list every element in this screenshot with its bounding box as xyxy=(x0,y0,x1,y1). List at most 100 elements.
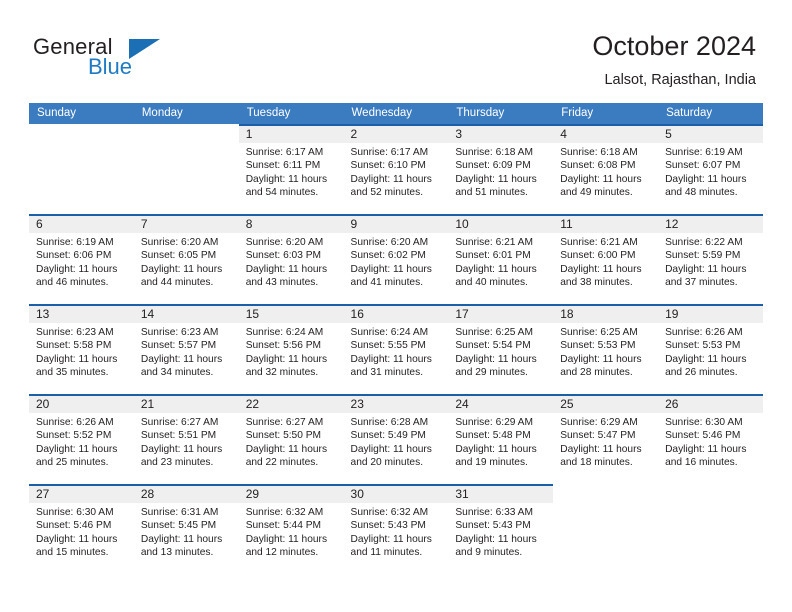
daylight-text-line1: Daylight: 11 hours xyxy=(665,173,747,185)
day-number: 2 xyxy=(343,126,449,143)
sunset-text: Sunset: 5:49 PM xyxy=(350,430,426,442)
daylight-text-line2: and 41 minutes. xyxy=(350,276,424,288)
sunrise-text: Sunrise: 6:28 AM xyxy=(350,417,429,428)
sunset-text: Sunset: 6:11 PM xyxy=(245,160,321,172)
day-details: Sunrise: 6:24 AM Sunset: 5:55 PM Dayligh… xyxy=(344,323,449,379)
day-details: Sunrise: 6:21 AM Sunset: 6:01 PM Dayligh… xyxy=(448,233,553,289)
sunrise-text: Sunrise: 6:26 AM xyxy=(36,417,114,428)
day-cell[interactable]: 12 Sunrise: 6:22 AM Sunset: 5:59 PM Dayl… xyxy=(658,214,763,304)
day-number: 8 xyxy=(238,216,344,233)
day-cell[interactable]: 7 Sunrise: 6:20 AM Sunset: 6:05 PM Dayli… xyxy=(133,214,239,304)
daylight-text-line2: and 34 minutes. xyxy=(140,366,214,378)
daylight-text-line2: and 52 minutes. xyxy=(350,186,424,198)
week-row: 6 Sunrise: 6:19 AM Sunset: 6:06 PM Dayli… xyxy=(29,214,763,304)
daylight-text-line1: Daylight: 11 hours xyxy=(665,263,747,275)
sunrise-text: Sunrise: 6:25 AM xyxy=(455,327,533,338)
day-details: Sunrise: 6:27 AM Sunset: 5:51 PM Dayligh… xyxy=(134,413,239,469)
sunrise-text: Sunrise: 6:19 AM xyxy=(36,237,114,248)
day-cell[interactable]: 23 Sunrise: 6:28 AM Sunset: 5:49 PM Dayl… xyxy=(343,394,449,484)
day-cell[interactable]: 20 Sunrise: 6:26 AM Sunset: 5:52 PM Dayl… xyxy=(29,394,134,484)
sunset-text: Sunset: 5:59 PM xyxy=(665,250,741,262)
blue-triangle-flag-icon xyxy=(129,39,160,59)
day-number xyxy=(658,486,763,503)
daylight-text-line2: and 20 minutes. xyxy=(350,456,424,468)
sunrise-text: Sunrise: 6:17 AM xyxy=(245,147,324,158)
day-cell[interactable]: 18 Sunrise: 6:25 AM Sunset: 5:53 PM Dayl… xyxy=(553,304,659,394)
daylight-text-line1: Daylight: 11 hours xyxy=(455,533,537,545)
sunset-text: Sunset: 5:56 PM xyxy=(245,340,322,352)
day-cell[interactable]: 1 Sunrise: 6:17 AM Sunset: 6:11 PM Dayli… xyxy=(238,124,344,214)
sunrise-text: Sunrise: 6:20 AM xyxy=(245,237,324,248)
day-cell[interactable]: 6 Sunrise: 6:19 AM Sunset: 6:06 PM Dayli… xyxy=(29,214,134,304)
day-details: Sunrise: 6:31 AM Sunset: 5:45 PM Dayligh… xyxy=(134,503,239,559)
daylight-text-line1: Daylight: 11 hours xyxy=(36,443,118,455)
week-row: 13 Sunrise: 6:23 AM Sunset: 5:58 PM Dayl… xyxy=(29,304,763,394)
day-cell[interactable]: 17 Sunrise: 6:25 AM Sunset: 5:54 PM Dayl… xyxy=(448,304,554,394)
sunrise-text: Sunrise: 6:24 AM xyxy=(245,327,324,338)
day-cell[interactable]: 5 Sunrise: 6:19 AM Sunset: 6:07 PM Dayli… xyxy=(658,124,763,214)
sunset-text: Sunset: 5:55 PM xyxy=(350,340,426,352)
day-cell[interactable]: 28 Sunrise: 6:31 AM Sunset: 5:45 PM Dayl… xyxy=(133,484,239,574)
day-cell[interactable]: 8 Sunrise: 6:20 AM Sunset: 6:03 PM Dayli… xyxy=(238,214,344,304)
weekday-header-friday: Friday xyxy=(561,107,594,119)
day-cell[interactable]: 24 Sunrise: 6:29 AM Sunset: 5:48 PM Dayl… xyxy=(448,394,554,484)
day-cell[interactable]: 27 Sunrise: 6:30 AM Sunset: 5:46 PM Dayl… xyxy=(29,484,134,574)
day-details: Sunrise: 6:24 AM Sunset: 5:56 PM Dayligh… xyxy=(239,323,344,379)
daylight-text-line2: and 51 minutes. xyxy=(455,186,528,198)
daylight-text-line2: and 22 minutes. xyxy=(245,456,319,468)
sunset-text: Sunset: 5:45 PM xyxy=(140,520,217,532)
day-cell[interactable]: 13 Sunrise: 6:23 AM Sunset: 5:58 PM Dayl… xyxy=(29,304,134,394)
day-number: 18 xyxy=(553,306,659,323)
day-number xyxy=(553,486,658,503)
day-details: Sunrise: 6:32 AM Sunset: 5:43 PM Dayligh… xyxy=(344,503,449,559)
day-number: 26 xyxy=(658,396,763,413)
sunset-text: Sunset: 5:46 PM xyxy=(665,430,741,442)
day-cell[interactable]: 14 Sunrise: 6:23 AM Sunset: 5:57 PM Dayl… xyxy=(133,304,239,394)
day-details: Sunrise: 6:30 AM Sunset: 5:46 PM Dayligh… xyxy=(29,503,134,559)
sunset-text: Sunset: 5:47 PM xyxy=(560,430,636,442)
day-cell[interactable]: 19 Sunrise: 6:26 AM Sunset: 5:53 PM Dayl… xyxy=(658,304,763,394)
day-cell[interactable]: 31 Sunrise: 6:33 AM Sunset: 5:43 PM Dayl… xyxy=(448,484,554,574)
weekday-header-thursday: Thursday xyxy=(456,107,505,119)
sunrise-text: Sunrise: 6:22 AM xyxy=(665,237,743,248)
daylight-text-line2: and 46 minutes. xyxy=(36,276,109,288)
day-cell[interactable]: 30 Sunrise: 6:32 AM Sunset: 5:43 PM Dayl… xyxy=(343,484,449,574)
day-cell[interactable]: 15 Sunrise: 6:24 AM Sunset: 5:56 PM Dayl… xyxy=(238,304,344,394)
sunset-text: Sunset: 5:57 PM xyxy=(140,340,217,352)
day-cell[interactable]: 9 Sunrise: 6:20 AM Sunset: 6:02 PM Dayli… xyxy=(343,214,449,304)
day-details: Sunrise: 6:26 AM Sunset: 5:52 PM Dayligh… xyxy=(29,413,134,469)
page-title: October 2024 xyxy=(592,31,756,61)
day-cell[interactable]: 11 Sunrise: 6:21 AM Sunset: 6:00 PM Dayl… xyxy=(553,214,659,304)
day-cell[interactable]: 29 Sunrise: 6:32 AM Sunset: 5:44 PM Dayl… xyxy=(238,484,344,574)
daylight-text-line1: Daylight: 11 hours xyxy=(350,173,432,185)
day-details: Sunrise: 6:23 AM Sunset: 5:57 PM Dayligh… xyxy=(134,323,239,379)
day-number: 6 xyxy=(29,216,134,233)
sunrise-text: Sunrise: 6:31 AM xyxy=(140,507,219,518)
day-cell[interactable]: 3 Sunrise: 6:18 AM Sunset: 6:09 PM Dayli… xyxy=(448,124,554,214)
day-cell[interactable]: 22 Sunrise: 6:27 AM Sunset: 5:50 PM Dayl… xyxy=(238,394,344,484)
day-cell[interactable]: 25 Sunrise: 6:29 AM Sunset: 5:47 PM Dayl… xyxy=(553,394,659,484)
general-blue-logo[interactable]: General Blue xyxy=(33,34,263,82)
sunrise-text: Sunrise: 6:26 AM xyxy=(665,327,743,338)
sunset-text: Sunset: 5:46 PM xyxy=(36,520,112,532)
weekday-header-row: Sunday Monday Tuesday Wednesday Thursday… xyxy=(29,103,763,124)
daylight-text-line2: and 37 minutes. xyxy=(665,276,738,288)
day-number: 17 xyxy=(448,306,554,323)
daylight-text-line1: Daylight: 11 hours xyxy=(560,173,642,185)
day-number: 29 xyxy=(238,486,344,503)
daylight-text-line2: and 28 minutes. xyxy=(560,366,633,378)
sunset-text: Sunset: 5:53 PM xyxy=(560,340,636,352)
day-cell[interactable]: 10 Sunrise: 6:21 AM Sunset: 6:01 PM Dayl… xyxy=(448,214,554,304)
day-cell[interactable]: 2 Sunrise: 6:17 AM Sunset: 6:10 PM Dayli… xyxy=(343,124,449,214)
day-cell xyxy=(134,124,239,214)
day-details xyxy=(134,143,239,146)
day-cell[interactable]: 21 Sunrise: 6:27 AM Sunset: 5:51 PM Dayl… xyxy=(133,394,239,484)
daylight-text-line2: and 9 minutes. xyxy=(455,546,523,558)
day-cell[interactable]: 26 Sunrise: 6:30 AM Sunset: 5:46 PM Dayl… xyxy=(658,394,763,484)
day-cell[interactable]: 4 Sunrise: 6:18 AM Sunset: 6:08 PM Dayli… xyxy=(553,124,659,214)
daylight-text-line2: and 13 minutes. xyxy=(140,546,214,558)
day-cell[interactable]: 16 Sunrise: 6:24 AM Sunset: 5:55 PM Dayl… xyxy=(343,304,449,394)
location-subtitle: Lalsot, Rajasthan, India xyxy=(604,72,756,88)
calendar-page: General Blue October 2024 Lalsot, Rajast… xyxy=(0,0,792,612)
day-number: 23 xyxy=(343,396,449,413)
